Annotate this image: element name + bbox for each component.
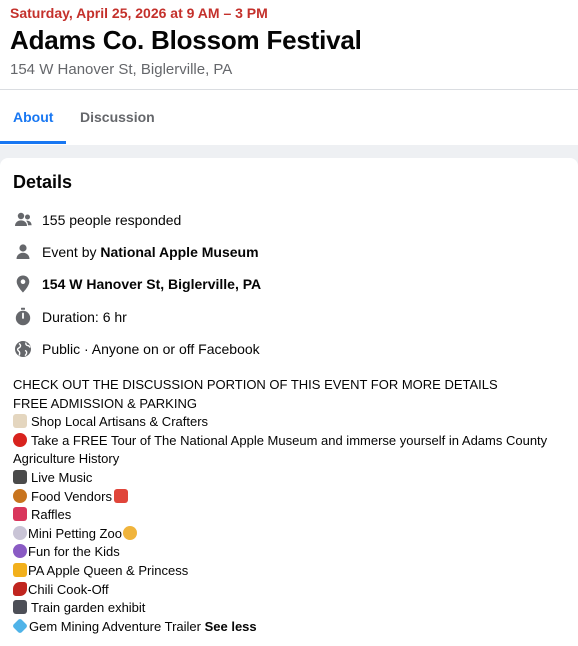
event-date: Saturday, April 25, 2026 at 9 AM – 3 PM [10,5,268,21]
raffles-text: Raffles [31,507,72,523]
duration-row: Duration: 6 hr [13,305,573,329]
description-line: Train garden exhibit [13,599,573,618]
crown-emoji-icon [13,562,27,577]
responded-text[interactable]: 155 people responded [42,212,181,228]
description-line: Gem Mining Adventure Trailer See less [12,617,573,637]
active-tab-indicator [0,141,66,144]
music-notes-emoji-icon [13,469,27,484]
popcorn-emoji-icon [113,488,128,503]
details-heading: Details [13,172,73,192]
ticket-emoji-icon [13,507,27,522]
clown-emoji-icon [13,544,27,559]
chili-text: Chili Cook-Off [28,581,109,597]
event-location[interactable]: 154 W Hanover St, Biglerville, PA [10,61,232,78]
event-header: Saturday, April 25, 2026 at 9 AM – 3 PM … [0,0,578,145]
host-row: Event by National Apple Museum [13,240,573,264]
host-text: Event by National Apple Museum [42,244,259,260]
kids-text: Fun for the Kids [28,544,120,560]
shopping-bag-emoji-icon [13,414,27,429]
details-card: Details 155 people responded Event by Na… [0,158,578,646]
responded-row: 155 people responded [13,208,573,232]
globe-icon [15,341,31,357]
event-title: Adams Co. Blossom Festival [10,25,362,55]
tour-text: Take a FREE Tour of The National Apple M… [13,432,548,467]
description-line: Food Vendors [13,488,573,507]
description-line: PA Apple Queen & Princess [13,562,573,581]
event-description: CHECK OUT THE DISCUSSION PORTION OF THIS… [12,376,573,637]
people-icon [15,212,32,226]
privacy-row: Public · Anyone on or off Facebook [13,337,573,361]
host-link[interactable]: National Apple Museum [100,244,258,260]
stopwatch-icon [15,307,31,326]
artisans-text: Shop Local Artisans & Crafters [31,414,209,430]
description-line: Mini Petting Zoo [13,525,573,544]
host-prefix: Event by [42,244,101,260]
queen-text: PA Apple Queen & Princess [28,562,189,578]
burger-emoji-icon [13,488,27,503]
description-line: Shop Local Artisans & Crafters [13,413,573,432]
chili-pepper-emoji-icon [13,581,27,596]
tab-about[interactable]: About [13,109,53,125]
music-text: Live Music [31,469,93,485]
tab-discussion[interactable]: Discussion [80,109,155,125]
gem-emoji-icon [12,617,28,634]
rabbit-emoji-icon [13,525,27,540]
description-line: Fun for the Kids [13,543,573,562]
see-less-button[interactable]: See less [205,619,257,634]
map-pin-icon [16,275,30,293]
description-line: Raffles [13,506,573,525]
description-line: FREE ADMISSION & PARKING [13,395,197,411]
header-divider [0,89,578,90]
train-text: Train garden exhibit [31,600,146,616]
apple-emoji-icon [13,432,27,447]
cat-emoji-icon [122,525,137,540]
address-row: 154 W Hanover St, Biglerville, PA [13,272,573,296]
description-line: CHECK OUT THE DISCUSSION PORTION OF THIS… [13,377,498,392]
description-line: Chili Cook-Off [13,581,573,600]
description-line: Live Music [13,469,573,488]
privacy-text: Public · Anyone on or off Facebook [42,341,260,357]
gem-text: Gem Mining Adventure Trailer [29,618,201,634]
person-icon [16,244,30,259]
duration-text: Duration: 6 hr [42,309,127,325]
train-emoji-icon [13,600,27,615]
description-line: Take a FREE Tour of The National Apple M… [13,432,573,469]
address-link[interactable]: 154 W Hanover St, Biglerville, PA [42,276,261,292]
food-text: Food Vendors [31,488,112,504]
zoo-text: Mini Petting Zoo [28,525,122,541]
